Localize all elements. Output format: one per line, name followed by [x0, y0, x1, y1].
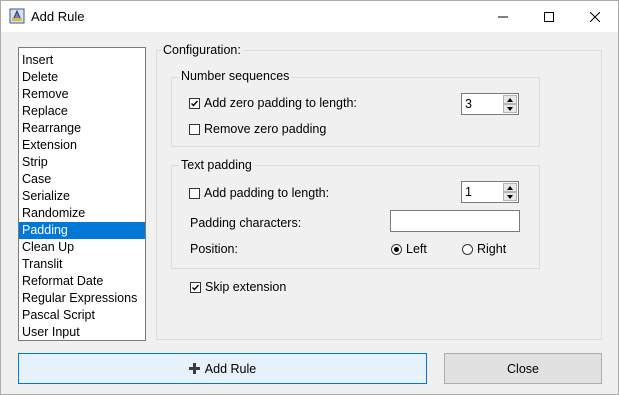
app-icon [9, 8, 25, 24]
zero-padding-length-value: 3 [465, 97, 472, 111]
rule-item-rearrange[interactable]: Rearrange [19, 120, 145, 137]
rule-item-extension[interactable]: Extension [19, 137, 145, 154]
skip-extension-checkbox[interactable]: Skip extension [190, 280, 286, 294]
rule-item-remove[interactable]: Remove [19, 86, 145, 103]
position-label: Position: [190, 242, 238, 256]
skip-extension-label: Skip extension [205, 280, 287, 294]
rule-item-case[interactable]: Case [19, 171, 145, 188]
rule-item-replace[interactable]: Replace [19, 103, 145, 120]
close-window-button[interactable] [572, 1, 618, 32]
position-right-label: Right [477, 242, 507, 256]
spin-up-button[interactable] [503, 183, 517, 192]
radio-selected-icon [391, 243, 402, 255]
checkbox-unchecked-icon [189, 187, 200, 199]
position-left-label: Left [406, 242, 427, 256]
rule-item-serialize[interactable]: Serialize [19, 188, 145, 205]
rule-item-translit[interactable]: Translit [19, 256, 145, 273]
minimize-button[interactable] [480, 1, 526, 32]
rule-item-pascal-script[interactable]: Pascal Script [19, 307, 145, 324]
rules-list[interactable]: Insert Delete Remove Replace Rearrange E… [18, 47, 146, 341]
rule-item-insert[interactable]: Insert [19, 52, 145, 69]
add-padding-checkbox[interactable]: Add padding to length: [189, 186, 329, 200]
add-rule-window: Add Rule Insert Delete Remove Replace Re… [0, 0, 619, 395]
arrow-up-icon [507, 97, 513, 102]
number-sequences-title: Number sequences [179, 69, 292, 83]
add-rule-button[interactable]: Add Rule [18, 353, 427, 384]
add-zero-padding-label: Add zero padding to length: [204, 96, 357, 110]
position-right-radio[interactable]: Right [462, 242, 506, 256]
rule-item-delete[interactable]: Delete [19, 69, 145, 86]
add-zero-padding-checkbox[interactable]: Add zero padding to length: [189, 96, 357, 110]
rule-item-reformat-date[interactable]: Reformat Date [19, 273, 145, 290]
padding-length-value: 1 [465, 185, 472, 199]
rule-item-randomize[interactable]: Randomize [19, 205, 145, 222]
radio-unselected-icon [462, 243, 473, 255]
checkbox-unchecked-icon [189, 123, 200, 135]
spin-up-button[interactable] [503, 95, 517, 104]
add-rule-label: Add Rule [204, 361, 257, 376]
text-padding-title: Text padding [179, 158, 254, 172]
checkbox-checked-icon [189, 97, 200, 109]
window-title: Add Rule [31, 9, 85, 24]
rule-item-regular-expressions[interactable]: Regular Expressions [19, 290, 145, 307]
position-left-radio[interactable]: Left [391, 242, 427, 256]
maximize-button[interactable] [526, 1, 572, 32]
arrow-down-icon [507, 106, 513, 111]
arrow-down-icon [507, 194, 513, 199]
rule-item-clean-up[interactable]: Clean Up [19, 239, 145, 256]
padding-characters-input[interactable] [390, 210, 520, 232]
configuration-title: Configuration: [161, 43, 243, 57]
title-bar: Add Rule [1, 1, 618, 32]
padding-length-spinner[interactable]: 1 [461, 181, 519, 203]
arrow-up-icon [507, 185, 513, 190]
spin-down-button[interactable] [503, 192, 517, 201]
padding-characters-label: Padding characters: [190, 216, 302, 230]
rule-item-user-input[interactable]: User Input [19, 324, 145, 341]
minimize-icon [498, 16, 508, 17]
close-button[interactable]: Close [444, 353, 602, 384]
close-label: Close [507, 361, 539, 376]
close-icon [590, 11, 600, 22]
maximize-icon [544, 11, 554, 22]
checkbox-checked-icon [190, 281, 201, 293]
add-padding-label: Add padding to length: [204, 186, 330, 200]
remove-zero-padding-checkbox[interactable]: Remove zero padding [189, 122, 326, 136]
rule-item-padding[interactable]: Padding [19, 222, 145, 239]
spin-down-button[interactable] [503, 104, 517, 113]
plus-icon [188, 363, 200, 374]
remove-zero-padding-label: Remove zero padding [204, 122, 327, 136]
zero-padding-length-spinner[interactable]: 3 [461, 93, 519, 115]
rule-item-strip[interactable]: Strip [19, 154, 145, 171]
